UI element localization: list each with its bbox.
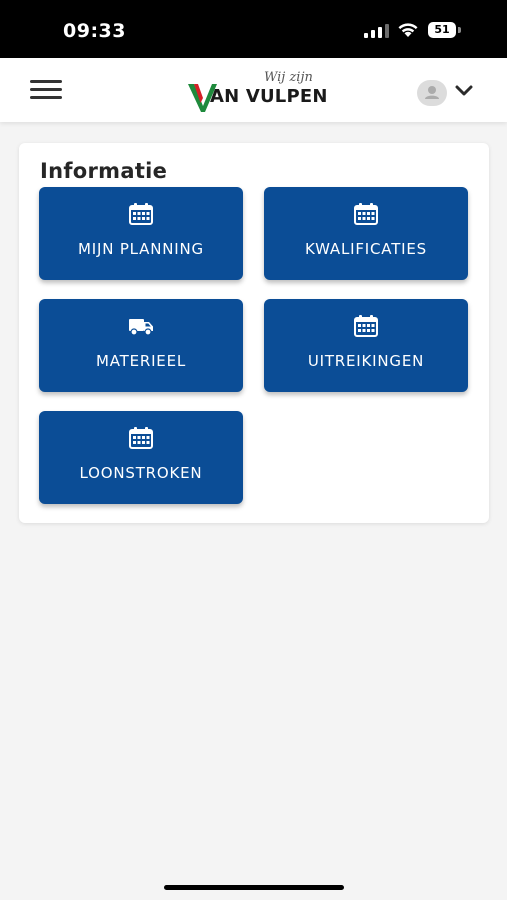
calendar-icon <box>354 315 378 337</box>
logo-text: AN VULPEN <box>210 86 328 107</box>
tile-label: KWALIFICATIES <box>305 240 427 258</box>
user-icon <box>425 86 439 99</box>
battery-level: 51 <box>428 22 456 38</box>
tile-label: MIJN PLANNING <box>78 240 204 258</box>
battery-tip <box>458 27 461 33</box>
loonstroken-button[interactable]: LOONSTROKEN <box>39 411 243 504</box>
user-menu-button[interactable] <box>417 80 477 106</box>
tile-label: MATERIEEL <box>95 352 187 370</box>
truck-icon <box>129 319 153 336</box>
tile-label: LOONSTROKEN <box>79 464 203 482</box>
section-title: Informatie <box>40 159 168 183</box>
tile-label: UITREIKINGEN <box>307 352 425 370</box>
app-header: Wij zijn AN VULPEN <box>0 58 507 122</box>
mijn-planning-button[interactable]: MIJN PLANNING <box>39 187 243 280</box>
battery-indicator: 51 <box>428 22 461 38</box>
informatie-card: Informatie MIJN PLANNING KWALIFICATIES M… <box>19 143 489 523</box>
avatar <box>417 80 447 106</box>
logo-tagline: Wij zijn <box>264 70 313 85</box>
hamburger-menu-button[interactable] <box>30 80 64 102</box>
uitreikingen-button[interactable]: UITREIKINGEN <box>264 299 468 392</box>
calendar-icon <box>129 203 153 225</box>
cellular-signal-icon <box>364 24 389 38</box>
calendar-icon <box>129 427 153 449</box>
materieel-button[interactable]: MATERIEEL <box>39 299 243 392</box>
home-indicator[interactable] <box>164 885 344 890</box>
status-time: 09:33 <box>63 20 126 42</box>
menu-line-icon <box>30 88 62 91</box>
status-bar: 09:33 51 <box>0 0 507 58</box>
kwalificaties-button[interactable]: KWALIFICATIES <box>264 187 468 280</box>
menu-line-icon <box>30 96 62 99</box>
chevron-down-icon <box>455 85 473 96</box>
menu-line-icon <box>30 80 62 83</box>
calendar-icon <box>354 203 378 225</box>
van-vulpen-logo[interactable]: Wij zijn AN VULPEN <box>188 70 328 114</box>
wifi-icon <box>398 23 418 37</box>
